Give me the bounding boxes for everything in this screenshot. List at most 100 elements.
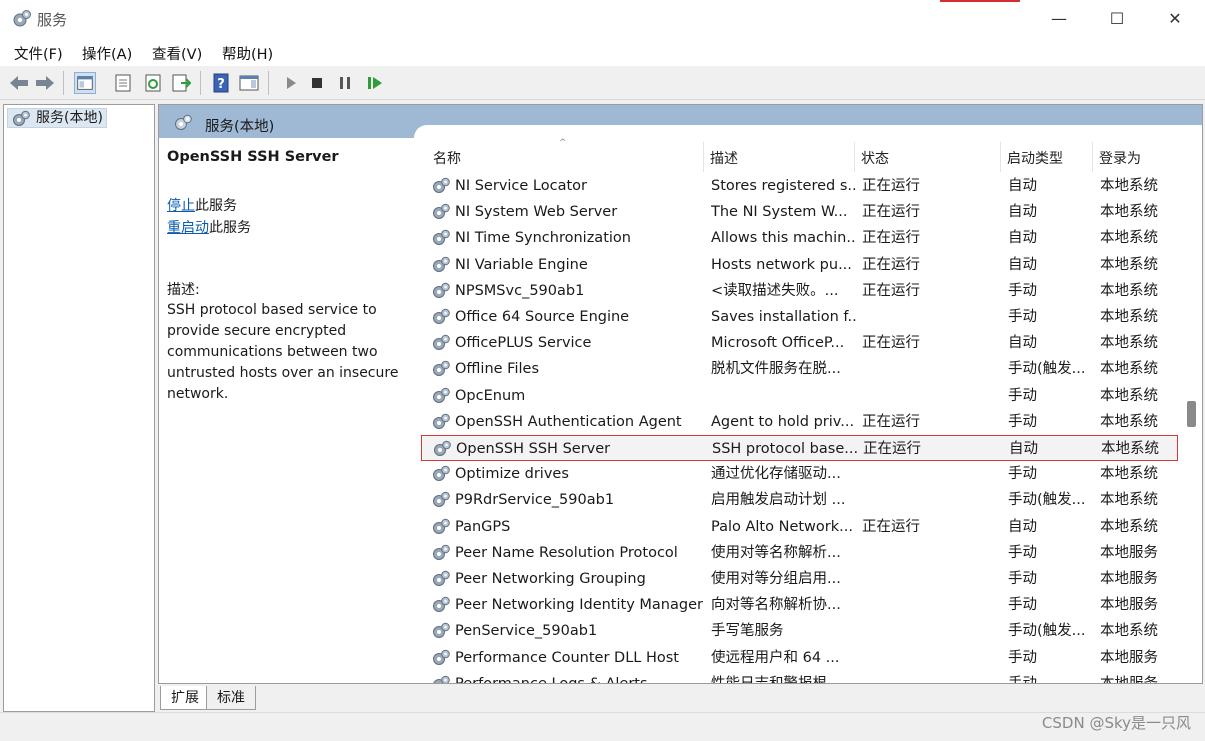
restart-service-icon[interactable] xyxy=(364,72,386,94)
back-arrow-icon[interactable] xyxy=(8,72,30,94)
table-row[interactable]: Peer Networking Identity Manager 向对等名称解析协… xyxy=(421,592,1178,618)
service-logon-as: 本地系统 xyxy=(1100,282,1158,299)
close-button[interactable]: ✕ xyxy=(1146,0,1204,38)
table-row[interactable]: NI Variable Engine Hosts network pu... 正在运… xyxy=(421,252,1178,278)
service-logon-as: 本地系统 xyxy=(1100,387,1158,404)
menu-help[interactable]: 帮助(H) xyxy=(222,43,273,64)
table-row[interactable]: OpcEnum 手动 本地系统 xyxy=(421,383,1178,409)
scrollbar-thumb[interactable] xyxy=(1187,401,1196,427)
service-logon-as: 本地服务 xyxy=(1100,544,1158,561)
table-row-selected[interactable]: OpenSSH SSH Server SSH protocol base... 正在… xyxy=(421,435,1178,461)
tab-standard[interactable]: 标准 xyxy=(206,686,256,710)
description-label: 描述: xyxy=(167,282,200,298)
service-description: Hosts network pu... xyxy=(711,256,852,273)
service-status: 正在运行 xyxy=(862,335,920,352)
tree-item-services-local[interactable]: 服务(本地) xyxy=(7,108,107,128)
services-gear-icon xyxy=(13,110,30,126)
service-name: OpcEnum xyxy=(455,387,526,404)
toolbar-separator xyxy=(200,71,201,95)
service-startup-type: 自动 xyxy=(1008,335,1037,352)
table-row[interactable]: NI Service Locator Stores registered s...… xyxy=(421,173,1178,199)
service-description: Saves installation f... xyxy=(711,309,856,325)
service-description: Stores registered s... xyxy=(711,178,856,194)
service-startup-type: 手动 xyxy=(1008,671,1094,683)
tab-extended[interactable]: 扩展 xyxy=(160,686,210,710)
pane-header-title: 服务(本地) xyxy=(205,119,275,135)
service-logon-as: 本地系统 xyxy=(1100,492,1158,509)
service-description: 使用对等名称解析... xyxy=(711,544,841,561)
maximize-button[interactable]: ☐ xyxy=(1088,0,1146,38)
column-divider[interactable] xyxy=(1000,142,1001,172)
help-icon[interactable]: ? xyxy=(210,72,232,94)
service-logon-as: 本地服务 xyxy=(1100,671,1178,683)
column-divider[interactable] xyxy=(1092,142,1093,172)
table-row[interactable]: PenService_590ab1 手写笔服务 手动(触发... 本地系统 xyxy=(421,618,1178,644)
table-row[interactable]: Performance Counter DLL Host 使远程用户和 64 ..… xyxy=(421,645,1178,671)
column-header-startup-type[interactable]: 启动类型 xyxy=(1007,148,1063,168)
table-row[interactable]: Office 64 Source Engine Saves installatio… xyxy=(421,304,1178,330)
column-header-status[interactable]: 状态 xyxy=(861,148,889,168)
stop-service-link[interactable]: 停止 xyxy=(167,198,195,214)
table-row[interactable]: P9RdrService_590ab1 启用触发启动计划 ... 手动(触发... 本… xyxy=(421,487,1178,513)
export-list-icon[interactable] xyxy=(170,72,192,94)
service-name: NPSMSvc_590ab1 xyxy=(455,282,585,299)
column-header-description[interactable]: 描述 xyxy=(710,148,738,168)
menu-action[interactable]: 操作(A) xyxy=(82,43,132,64)
start-service-icon[interactable] xyxy=(280,72,302,94)
service-description: 脱机文件服务在脱... xyxy=(711,361,841,378)
table-row[interactable]: Optimize drives 通过优化存储驱动... 手动 本地系统 xyxy=(421,461,1178,487)
service-description: Allows this machin... xyxy=(711,230,856,247)
table-row[interactable]: NI Time Synchronization Allows this machi… xyxy=(421,225,1178,251)
service-name: OpenSSH Authentication Agent xyxy=(455,413,682,430)
console-tree-icon[interactable] xyxy=(74,72,96,94)
service-details-panel: OpenSSH SSH Server 停止此服务 重启动此服务 描述: SSH … xyxy=(167,149,412,402)
column-divider[interactable] xyxy=(854,142,855,172)
menu-view[interactable]: 查看(V) xyxy=(152,43,202,64)
pause-service-icon[interactable] xyxy=(334,72,356,94)
table-row[interactable]: OpenSSH Authentication Agent Agent to hol… xyxy=(421,409,1178,435)
service-startup-type: 自动 xyxy=(1009,441,1038,457)
service-logon-as: 本地系统 xyxy=(1100,518,1158,535)
service-startup-type: 手动(触发... xyxy=(1008,492,1086,509)
service-name: Optimize drives xyxy=(455,466,569,483)
menu-file[interactable]: 文件(F) xyxy=(14,43,63,64)
service-status: 正在运行 xyxy=(862,282,920,299)
table-row[interactable]: Performance Logs & Alerts 性能日志和警报根... 手动本地… xyxy=(421,671,1178,683)
table-row[interactable]: Offline Files 脱机文件服务在脱... 手动(触发... 本地系统 xyxy=(421,356,1178,382)
vertical-scrollbar[interactable] xyxy=(1180,138,1202,683)
table-row[interactable]: PanGPS Palo Alto Network... 正在运行 自动 本地系统 xyxy=(421,514,1178,540)
service-description: 性能日志和警报根... xyxy=(711,671,856,683)
table-row[interactable]: NI System Web Server The NI System W... 正在… xyxy=(421,199,1178,225)
stop-service-icon[interactable] xyxy=(306,72,328,94)
column-divider[interactable] xyxy=(703,142,704,172)
service-name: OfficePLUS Service xyxy=(455,335,592,352)
view-tabs: 扩展 标准 xyxy=(160,686,460,710)
service-startup-type: 手动 xyxy=(1008,282,1037,299)
svg-text:?: ? xyxy=(217,77,225,92)
column-header-name[interactable]: 名称 xyxy=(433,148,461,168)
service-logon-as: 本地系统 xyxy=(1100,178,1158,194)
restart-link-suffix: 此服务 xyxy=(209,220,251,236)
forward-arrow-icon[interactable] xyxy=(34,72,56,94)
minimize-button[interactable]: — xyxy=(1030,0,1088,38)
service-startup-type: 自动 xyxy=(1008,518,1037,535)
show-hide-action-pane-icon[interactable] xyxy=(238,72,260,94)
service-status: 正在运行 xyxy=(862,178,920,194)
service-logon-as: 本地系统 xyxy=(1100,361,1158,378)
refresh-icon[interactable] xyxy=(142,72,164,94)
table-row[interactable]: Peer Networking Grouping 使用对等分组启用... 手动 本地服… xyxy=(421,566,1178,592)
properties-sheet-icon[interactable] xyxy=(112,72,134,94)
service-name: PanGPS xyxy=(455,518,511,535)
service-description: 启用触发启动计划 ... xyxy=(711,492,846,509)
service-name: OpenSSH SSH Server xyxy=(456,441,611,457)
service-gear-icon xyxy=(431,675,451,683)
table-row[interactable]: OfficePLUS Service Microsoft OfficeP... 正在… xyxy=(421,330,1178,356)
table-row[interactable]: NPSMSvc_590ab1 <读取描述失败。... 正在运行 手动 本地系统 xyxy=(421,278,1178,304)
restart-service-link[interactable]: 重启动 xyxy=(167,220,209,236)
services-pane: 服务(本地) OpenSSH SSH Server 停止此服务 重启动此服务 描… xyxy=(158,104,1203,684)
table-row[interactable]: Peer Name Resolution Protocol 使用对等名称解析...… xyxy=(421,540,1178,566)
column-header-logon-as[interactable]: 登录为 xyxy=(1099,148,1141,168)
service-name: NI Time Synchronization xyxy=(455,230,631,247)
service-startup-type: 自动 xyxy=(1008,178,1037,194)
status-bar xyxy=(0,712,1205,741)
